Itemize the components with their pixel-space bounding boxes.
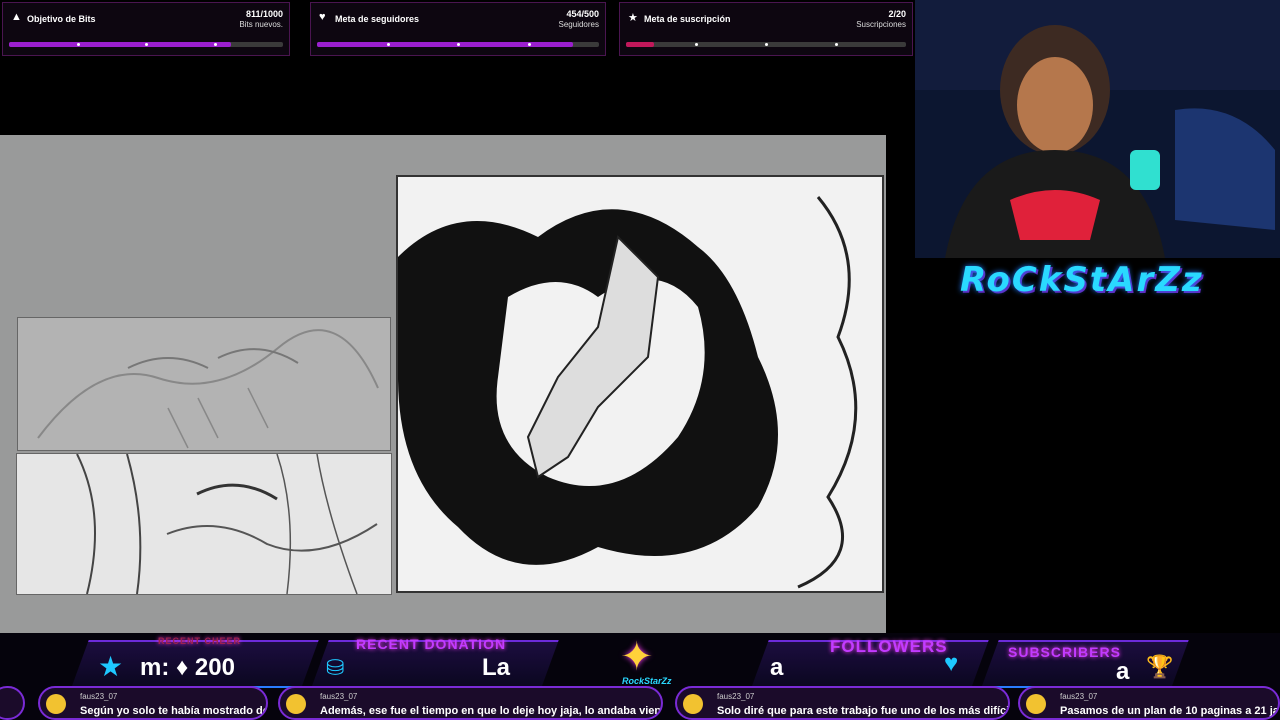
chat-username: faus23_07: [1060, 692, 1098, 701]
followers-goal-widget: ♥ Meta de seguidores 454/500 Seguidores: [310, 2, 606, 56]
chat-text: Según yo solo te había mostrado dos: [80, 705, 268, 717]
chat-text: Además, ese fue el tiempo en que lo deje…: [320, 705, 663, 717]
bits-icon: ▲: [11, 11, 22, 23]
drawing-canvas: [0, 135, 886, 633]
recent-donation-value: La: [482, 654, 511, 681]
channel-brand-logo: RoCkStArZz: [960, 260, 1204, 300]
recent-cheer-label: RECENT CHEER: [158, 636, 242, 646]
goal-milestone-tick: [145, 43, 148, 46]
comic-panel-bottom-left: [16, 453, 392, 595]
chat-username: faus23_07: [717, 692, 755, 701]
heart-icon: ♥: [944, 650, 959, 677]
star-icon: ★: [628, 12, 638, 24]
heart-icon: ♥: [319, 11, 326, 23]
chat-message: [0, 686, 25, 720]
goal-subtitle: Seguidores: [558, 20, 599, 29]
coins-icon: ⛁: [326, 655, 345, 680]
bits-goal-widget: ▲ Objetivo de Bits 811/1000 Bits nuevos.: [2, 2, 290, 56]
center-star-logo-icon: ✦: [620, 635, 654, 679]
recent-cheer-value: m: ♦ 200: [140, 654, 235, 681]
chat-message: faus23_07 Pasamos de un plan de 10 pagin…: [1018, 686, 1280, 720]
goal-progress-bar: [626, 42, 906, 47]
user-avatar-icon: [683, 694, 703, 714]
star-icon: ★: [98, 651, 124, 682]
chat-ticker: faus23_07 Según yo solo te había mostrad…: [0, 686, 1280, 720]
goal-progress-fill: [626, 42, 654, 47]
goal-subtitle: Bits nuevos.: [239, 20, 283, 29]
chat-username: faus23_07: [320, 692, 358, 701]
subscribers-label: SUBSCRIBERS: [1008, 644, 1121, 660]
recent-donation-label: RECENT DONATION: [356, 636, 507, 652]
user-avatar-icon: [1026, 694, 1046, 714]
comic-panel-main: [396, 175, 884, 593]
comic-panel-top-left: [17, 317, 391, 451]
goal-title: Meta de seguidores: [335, 14, 420, 24]
followers-value: a: [770, 654, 784, 681]
goal-milestone-tick: [213, 43, 217, 46]
goal-progress-bar: [9, 42, 283, 47]
goal-milestone-tick: [835, 43, 838, 46]
chat-message: faus23_07 Además, ese fue el tiempo en q…: [278, 686, 663, 720]
chat-text: Solo diré que para este trabajo fue uno …: [717, 705, 1010, 717]
center-logo-text: RockStarZz: [622, 676, 672, 686]
chat-message: faus23_07 Según yo solo te había mostrad…: [38, 686, 268, 720]
goal-milestone-tick: [695, 43, 698, 46]
user-avatar-icon: [286, 694, 306, 714]
followers-label: FOLLOWERS: [830, 637, 948, 656]
goal-count: 2/20: [888, 9, 906, 19]
chat-message: faus23_07 Solo diré que para este trabaj…: [675, 686, 1010, 720]
goal-milestone-tick: [386, 43, 390, 46]
user-avatar-icon: [46, 694, 66, 714]
goal-title: Objetivo de Bits: [27, 14, 96, 24]
goal-progress-fill: [317, 42, 574, 47]
chat-username: faus23_07: [80, 692, 118, 701]
goal-milestone-tick: [765, 43, 768, 46]
goal-milestone-tick: [76, 43, 80, 46]
goal-milestone-tick: [527, 43, 531, 46]
goal-progress-bar: [317, 42, 599, 47]
subscribers-value: a: [1116, 658, 1130, 685]
goal-count: 454/500: [566, 9, 599, 19]
goal-subtitle: Suscripciones: [856, 20, 906, 29]
goal-progress-fill: [9, 42, 232, 47]
goal-count: 811/1000: [245, 9, 283, 19]
goal-title: Meta de suscripción: [644, 14, 731, 24]
webcam-feed: [915, 0, 1280, 258]
subs-goal-widget: ★ Meta de suscripción 2/20 Suscripciones: [619, 2, 913, 56]
trophy-icon: 🏆: [1146, 654, 1174, 679]
goal-milestone-tick: [457, 43, 460, 46]
chat-text: Pasamos de un plan de 10 paginas a 21 ja…: [1060, 705, 1280, 717]
